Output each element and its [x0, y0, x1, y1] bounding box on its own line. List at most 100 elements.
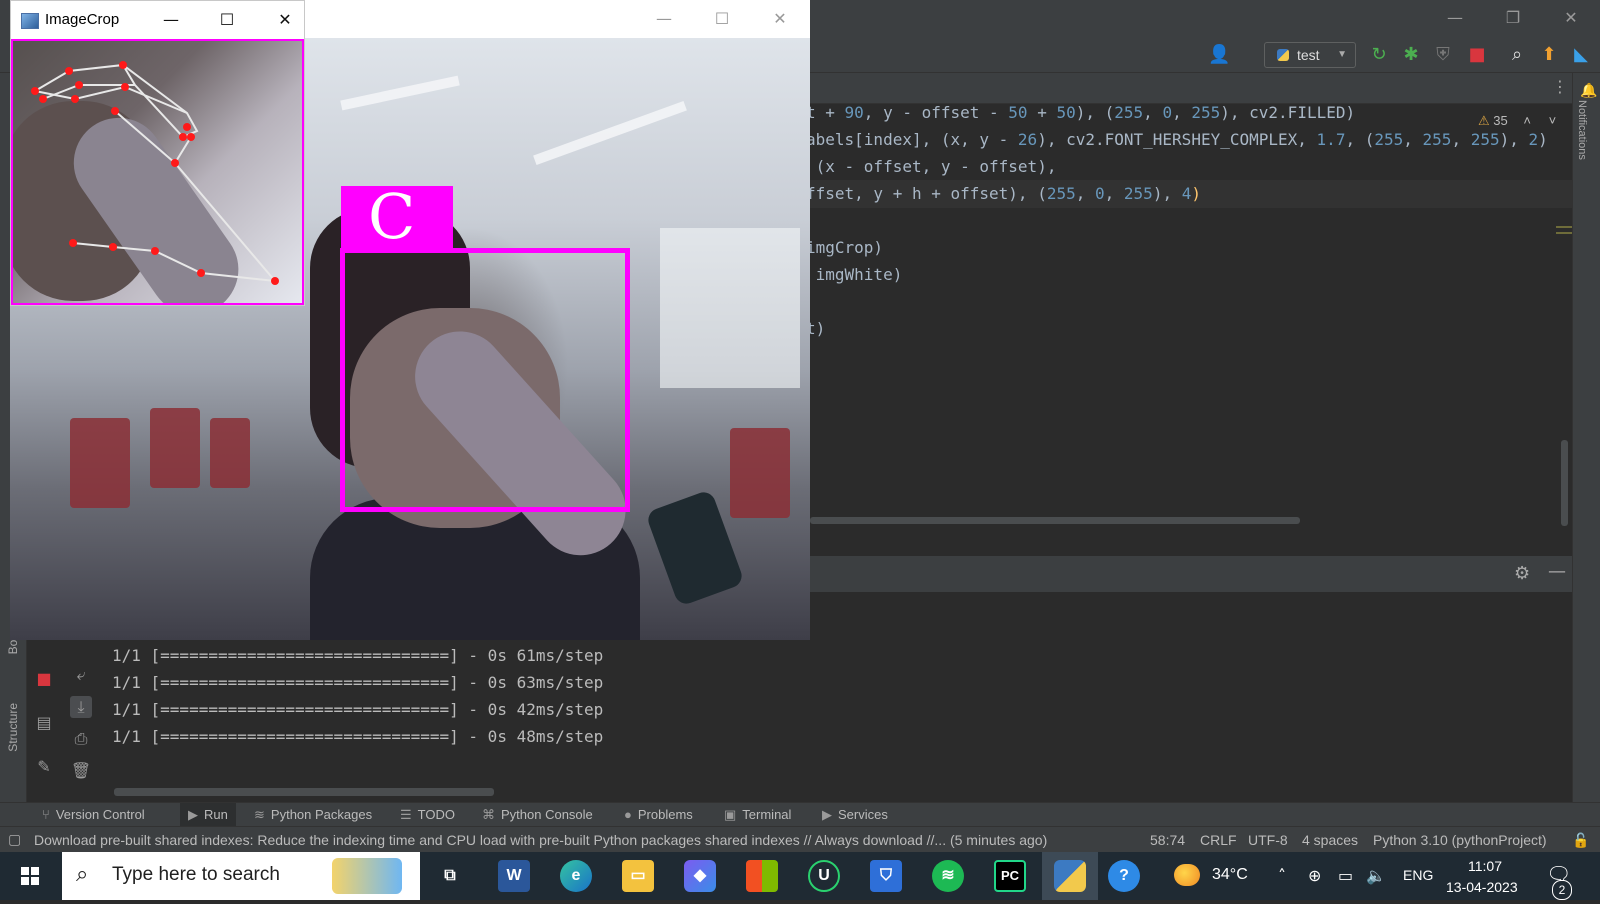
file-explorer-icon[interactable]: ▭ — [622, 860, 654, 892]
python-icon[interactable] — [1054, 860, 1086, 892]
battery-icon[interactable]: ▭ — [1338, 866, 1353, 885]
code-token: 255 — [1422, 130, 1452, 149]
update-icon[interactable]: ⬆ — [1538, 44, 1560, 66]
task-view-icon[interactable]: ⧉ — [434, 860, 466, 892]
clock-time[interactable]: 11:07 — [1468, 858, 1502, 874]
pycharm-icon[interactable]: PC — [994, 860, 1026, 892]
cursor-position[interactable]: 58:74 — [1150, 832, 1185, 848]
help-icon[interactable]: ? — [1108, 860, 1140, 892]
scroll-to-end-icon[interactable]: ⤓ — [70, 696, 92, 718]
ide-minimize-button[interactable]: — — [1440, 6, 1470, 30]
run-config-label: test — [1297, 47, 1320, 63]
imagecrop-minimize-button[interactable]: — — [151, 7, 191, 33]
taskbar-search-box[interactable]: ⌕ Type here to search — [62, 852, 420, 900]
rerun-icon[interactable]: ↻ — [1368, 44, 1390, 66]
spotify-icon[interactable]: ≋ — [932, 860, 964, 892]
status-message[interactable]: Download pre-built shared indexes: Reduc… — [34, 832, 1110, 848]
console-horizontal-scrollbar[interactable] — [114, 788, 494, 796]
code-token: ), — [1499, 130, 1529, 149]
webcam-maximize-button[interactable]: ☐ — [702, 6, 742, 32]
search-icon[interactable]: ⌕ — [1506, 44, 1528, 66]
print-icon[interactable]: ⎙ — [70, 728, 92, 750]
code-line[interactable]: abels[index], (x, y - 26), cv2.FONT_HERS… — [806, 129, 1548, 151]
tab-python-console[interactable]: ⌘ Python Console — [482, 807, 593, 823]
imagecrop-close-button[interactable]: ✕ — [265, 7, 305, 33]
window-title: ImageCrop — [45, 11, 120, 28]
code-token: 255 — [1374, 130, 1404, 149]
stop-icon[interactable]: ■ — [1466, 44, 1488, 66]
warning-indicator[interactable]: ⚠ 35 ˄ ˅ — [1478, 113, 1556, 129]
editor-horizontal-scrollbar[interactable] — [810, 517, 1300, 524]
chevron-up-icon[interactable]: ˄ — [1523, 113, 1531, 128]
tab-services[interactable]: ▶ Services — [822, 807, 888, 823]
tab-run[interactable]: ▶ Run — [180, 803, 236, 827]
weather-sun-icon[interactable] — [1174, 864, 1200, 886]
clock-date[interactable]: 13-04-2023 — [1446, 879, 1518, 895]
soft-wrap-icon[interactable]: ⤶ — [70, 664, 92, 686]
search-icon: ⌕ — [76, 862, 89, 887]
webcam-minimize-button[interactable]: — — [644, 6, 684, 32]
layout-icon[interactable]: ▤ — [33, 712, 55, 734]
python-interpreter[interactable]: Python 3.10 (pythonProject) — [1373, 832, 1547, 848]
panel-toggle-icon[interactable]: ▢ — [8, 831, 21, 848]
console-line: 1/1 [==============================] - 0… — [112, 673, 604, 692]
imagecrop-maximize-button[interactable]: ☐ — [207, 7, 247, 33]
upwork-icon[interactable]: U — [808, 860, 840, 892]
chevron-down-icon[interactable]: ˅ — [1549, 113, 1557, 128]
start-button[interactable] — [0, 852, 60, 900]
code-token: , — [1451, 130, 1471, 149]
globe-icon[interactable]: ⊕ — [1308, 866, 1321, 885]
ide-restore-button[interactable]: ❐ — [1498, 6, 1528, 30]
code-token: 50 — [1008, 103, 1028, 122]
trash-icon[interactable]: 🗑 — [70, 760, 92, 782]
volume-icon[interactable]: 🔈 — [1366, 866, 1386, 885]
tab-problems[interactable]: ● Problems — [624, 807, 693, 822]
landmark-point — [151, 247, 159, 255]
stop-icon[interactable]: ■ — [33, 668, 55, 690]
chevron-up-icon[interactable]: ˄ — [1278, 866, 1286, 885]
code-line[interactable]: (x - offset, y - offset), — [806, 156, 1057, 178]
tab-todo[interactable]: ☰ TODO — [400, 807, 455, 823]
input-language[interactable]: ENG — [1403, 867, 1433, 883]
landmark-point — [197, 269, 205, 277]
file-encoding[interactable]: UTF-8 — [1248, 832, 1288, 848]
edge-icon[interactable]: e — [560, 860, 592, 892]
line-ending[interactable]: CRLF — [1200, 832, 1237, 848]
hide-panel-icon[interactable]: — — [1548, 561, 1566, 582]
code-token: 4 — [1181, 184, 1192, 203]
app-icon[interactable]: ◆ — [684, 860, 716, 892]
terminal-icon: ▣ — [724, 807, 737, 822]
bell-icon[interactable]: 🔔 — [1580, 83, 1597, 99]
editor-vertical-scrollbar[interactable] — [1561, 440, 1568, 526]
jetbrains-icon[interactable]: ◣ — [1570, 44, 1592, 66]
pin-icon[interactable]: ✎ — [33, 756, 55, 778]
warning-count: 35 — [1493, 113, 1508, 128]
webcam-close-button[interactable]: ✕ — [760, 6, 800, 32]
weather-temperature[interactable]: 34°C — [1212, 866, 1248, 884]
run-config-dropdown[interactable]: test ▼ — [1264, 42, 1356, 68]
tab-label: Python Packages — [270, 807, 373, 822]
debug-icon[interactable]: ✱ — [1400, 44, 1422, 66]
shield-icon[interactable]: ⛉ — [870, 860, 902, 892]
more-options-icon[interactable]: ⋮ — [1552, 77, 1568, 96]
code-line[interactable]: imgWhite) — [806, 264, 903, 286]
tab-version-control[interactable]: ⑂ Version Control — [42, 807, 145, 822]
lock-icon[interactable]: 🔓 — [1572, 832, 1589, 849]
chair — [150, 408, 200, 488]
tab-terminal[interactable]: ▣ Terminal — [724, 807, 791, 823]
user-icon[interactable]: 👤 — [1208, 44, 1230, 66]
notifications-tab[interactable]: Notifications — [1576, 100, 1588, 160]
code-line[interactable]: t + 90, y - offset - 50 + 50), (255, 0, … — [806, 102, 1355, 124]
store-icon[interactable] — [746, 860, 778, 892]
settings-gear-icon[interactable]: ⚙ — [1514, 563, 1530, 584]
code-line[interactable]: ffset, y + h + offset), (255, 0, 255), 4… — [806, 183, 1201, 205]
structure-tab[interactable]: Structure — [6, 703, 20, 752]
word-icon[interactable]: W — [498, 860, 530, 892]
indent-setting[interactable]: 4 spaces — [1302, 832, 1358, 848]
tab-python-packages[interactable]: ≋ Python Packages — [254, 807, 372, 823]
code-line[interactable]: imgCrop) — [806, 237, 883, 259]
layers-icon: ≋ — [254, 807, 265, 822]
search-highlight-icon — [332, 858, 402, 894]
ide-close-button[interactable]: ✕ — [1556, 6, 1586, 30]
coverage-icon[interactable]: ⛨ — [1432, 44, 1454, 66]
